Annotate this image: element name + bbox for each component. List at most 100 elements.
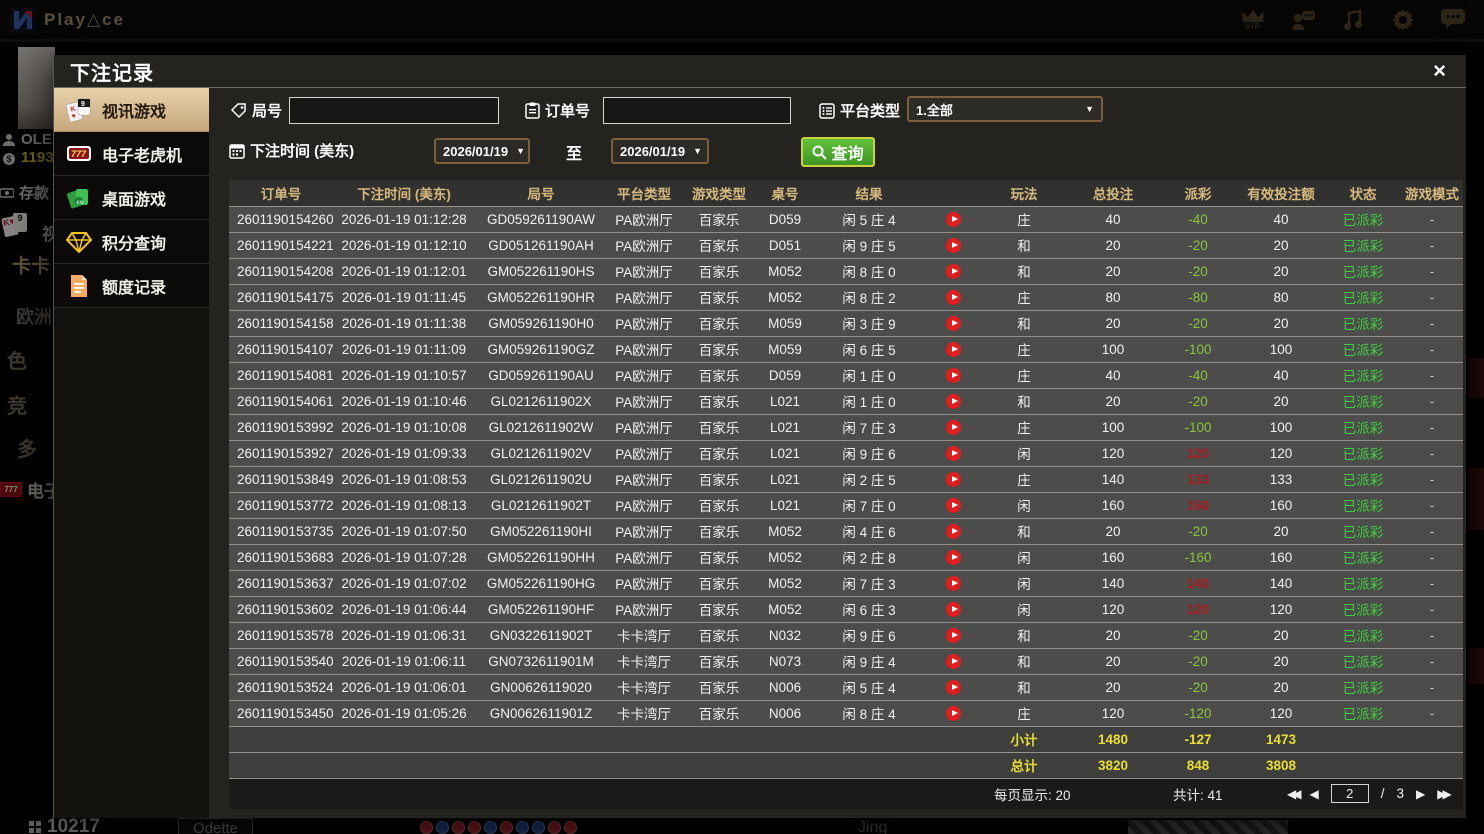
- col-header: 局号: [475, 180, 607, 207]
- cell-game-type: 百家乐: [681, 440, 757, 467]
- next-page-icon[interactable]: ▶: [1416, 787, 1425, 801]
- cell-payout: -20: [1159, 388, 1237, 415]
- cell-play-style: 和: [981, 674, 1067, 701]
- round-number-input[interactable]: [289, 97, 499, 124]
- cell-order-no: 260119015363780: [229, 570, 333, 597]
- current-page-input[interactable]: 2: [1330, 784, 1369, 803]
- platform-type-select[interactable]: 1.全部 ▼: [907, 96, 1103, 122]
- first-page-icon[interactable]: ◀◀: [1287, 787, 1302, 801]
- search-button[interactable]: 查询: [801, 137, 875, 167]
- date-to-value: 2026/01/19: [620, 143, 686, 159]
- col-header: 下注时间 (美东): [333, 180, 475, 207]
- play-video-icon[interactable]: [945, 601, 961, 617]
- table-header-row: 订单号 下注时间 (美东) 局号 平台类型 游戏类型 桌号 结果 玩法 总投注 …: [229, 180, 1463, 207]
- play-video-icon[interactable]: [945, 393, 961, 409]
- cell-payout: -40: [1159, 362, 1237, 389]
- cell-game-mode: -: [1401, 336, 1463, 363]
- platform-type-value: 1.全部: [916, 102, 953, 118]
- cell-status: 已派彩: [1325, 284, 1401, 311]
- cell-round-no: GM052261190HR: [475, 284, 607, 311]
- cell-bet-time: 2026-01-19 01:06:31: [333, 622, 475, 649]
- cell-game-mode: -: [1401, 492, 1463, 519]
- cell-video: [925, 440, 981, 467]
- cell-game-mode: -: [1401, 596, 1463, 623]
- play-video-icon[interactable]: [945, 341, 961, 357]
- cell-game-mode: -: [1401, 518, 1463, 545]
- sidebar-item-video-games[interactable]: K ♥ 9 视讯游戏: [54, 88, 222, 132]
- play-video-icon[interactable]: [945, 523, 961, 539]
- table-row: 2601190153772532026-01-19 01:08:13GL0212…: [229, 492, 1463, 519]
- cell-bet-time: 2026-01-19 01:07:50: [333, 518, 475, 545]
- play-video-icon[interactable]: [945, 627, 961, 643]
- sidebar-item-table-games[interactable]: co 桌面游戏: [54, 176, 209, 220]
- cell-play-style: 庄: [981, 700, 1067, 727]
- cell-payout: -160: [1159, 544, 1237, 571]
- date-to-select[interactable]: 2026/01/19 ▼: [611, 138, 709, 164]
- cell-total-bet: 20: [1067, 674, 1159, 701]
- cell-platform: PA欧洲厅: [607, 206, 681, 233]
- cell-platform: PA欧洲厅: [607, 414, 681, 441]
- cell-video: [925, 414, 981, 441]
- play-video-icon[interactable]: [945, 237, 961, 253]
- play-video-icon[interactable]: [945, 471, 961, 487]
- cell-table-no: L021: [757, 466, 813, 493]
- play-video-icon[interactable]: [945, 549, 961, 565]
- prev-page-icon[interactable]: ◀: [1309, 787, 1318, 801]
- cell-status: 已派彩: [1325, 258, 1401, 285]
- play-video-icon[interactable]: [945, 679, 961, 695]
- cell-total-bet: 120: [1067, 700, 1159, 727]
- play-video-icon[interactable]: [945, 497, 961, 513]
- cell-play-style: 和: [981, 232, 1067, 259]
- play-video-icon[interactable]: [945, 315, 961, 331]
- last-page-icon[interactable]: ▶▶: [1437, 787, 1452, 801]
- cell-game-type: 百家乐: [681, 674, 757, 701]
- col-header: 游戏类型: [681, 180, 757, 207]
- cell-game-type: 百家乐: [681, 492, 757, 519]
- play-video-icon[interactable]: [945, 367, 961, 383]
- sidebar-item-points[interactable]: 积分查询: [54, 220, 209, 264]
- cell-game-type: 百家乐: [681, 362, 757, 389]
- table-row: 2601190153735182026-01-19 01:07:50GM0522…: [229, 518, 1463, 545]
- play-video-icon[interactable]: [945, 445, 961, 461]
- cell-payout: -40: [1159, 206, 1237, 233]
- play-video-icon[interactable]: [945, 705, 961, 721]
- col-header: 派彩: [1159, 180, 1237, 207]
- play-video-icon[interactable]: [945, 289, 961, 305]
- cell-status: 已派彩: [1325, 388, 1401, 415]
- play-video-icon[interactable]: [945, 419, 961, 435]
- cell-payout: -20: [1159, 674, 1237, 701]
- play-video-icon[interactable]: [945, 211, 961, 227]
- sidebar-item-slots[interactable]: 777 电子老虎机: [54, 132, 209, 176]
- close-icon[interactable]: ×: [1433, 60, 1446, 82]
- col-header: 订单号: [229, 180, 333, 207]
- cell-game-type: 百家乐: [681, 518, 757, 545]
- cell-total-bet: 20: [1067, 258, 1159, 285]
- play-video-icon[interactable]: [945, 575, 961, 591]
- order-number-input[interactable]: [603, 97, 791, 124]
- cell-game-type: 百家乐: [681, 206, 757, 233]
- cell-round-no: GM059261190H0: [475, 310, 607, 337]
- total-label: 总计: [981, 752, 1067, 779]
- table-row: 2601190154061352026-01-19 01:10:46GL0212…: [229, 388, 1463, 415]
- play-video-icon[interactable]: [945, 263, 961, 279]
- cell-platform: 卡卡湾厅: [607, 700, 681, 727]
- table-body: 2601190154260962026-01-19 01:12:28GD0592…: [229, 206, 1463, 727]
- modal-title: 下注记录: [70, 62, 154, 85]
- date-to-separator: 至: [566, 146, 583, 163]
- cell-order-no: 260119015408150: [229, 362, 333, 389]
- sidebar-item-quota[interactable]: 额度记录: [54, 264, 209, 308]
- cell-result: 闲 6 庄 5: [813, 336, 925, 363]
- cell-game-mode: -: [1401, 362, 1463, 389]
- round-number-label: 局号: [231, 100, 282, 121]
- sidebar-item-label: 视讯游戏: [102, 103, 167, 121]
- play-video-icon[interactable]: [945, 653, 961, 669]
- table-row: 2601190153450852026-01-19 01:05:26GN0062…: [229, 700, 1463, 727]
- cell-result: 闲 9 庄 6: [813, 622, 925, 649]
- date-from-select[interactable]: 2026/01/19 ▼: [434, 138, 530, 164]
- cell-bet-time: 2026-01-19 01:06:01: [333, 674, 475, 701]
- cell-status: 已派彩: [1325, 362, 1401, 389]
- cell-play-style: 庄: [981, 414, 1067, 441]
- sidebar-item-label: 额度记录: [102, 279, 167, 297]
- cell-status: 已派彩: [1325, 596, 1401, 623]
- sidebar-item-label: 电子老虎机: [102, 147, 183, 165]
